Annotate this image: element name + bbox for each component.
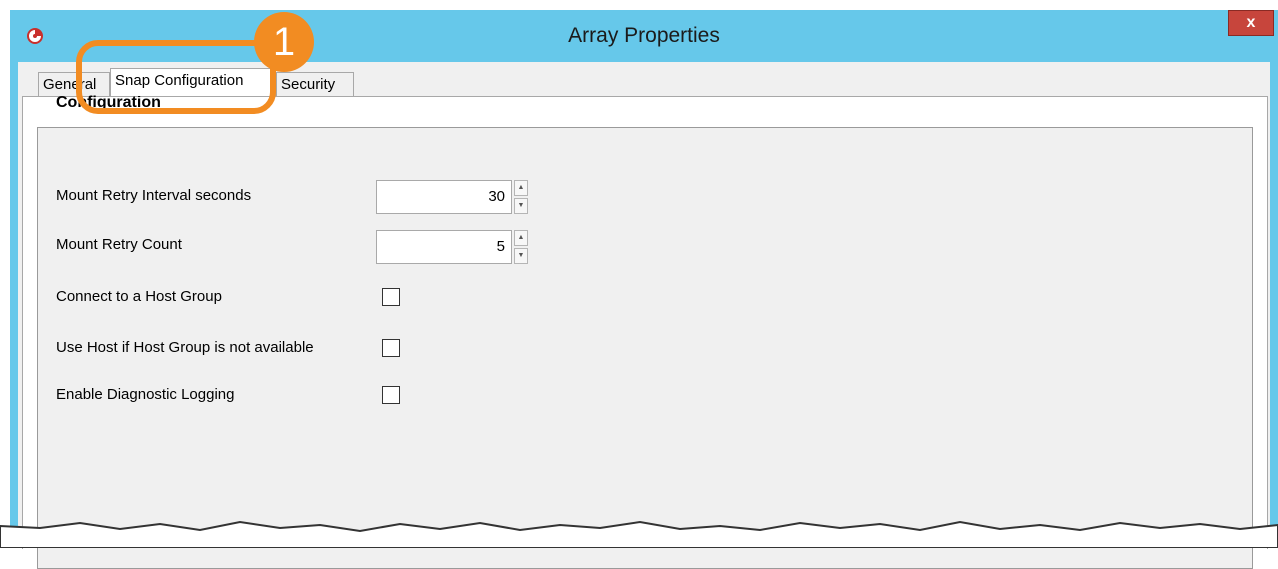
diagnostic-logging-label: Enable Diagnostic Logging [56,386,235,403]
diagnostic-logging-checkbox[interactable] [382,386,400,404]
mount-retry-interval-label: Mount Retry Interval seconds [56,187,252,204]
mount-retry-interval-value: 30 [488,188,505,205]
use-host-fallback-checkbox[interactable] [382,339,400,357]
tab-panel [22,96,1268,569]
tab-security[interactable]: Security [276,72,354,96]
spin-up-icon[interactable]: ▲ [514,230,528,246]
spin-up-icon[interactable]: ▲ [514,180,528,196]
spin-down-icon[interactable]: ▼ [514,248,528,264]
mount-retry-interval-stepper[interactable]: ▲ ▼ [514,180,528,214]
dialog-client-area: General Snap Configuration Security [18,62,1270,569]
mount-retry-count-value: 5 [496,238,505,255]
callout-number-badge: 1 [254,12,314,72]
mount-retry-count-input[interactable]: 5 [376,230,512,264]
spin-down-icon[interactable]: ▼ [514,198,528,214]
callout-highlight-ring [76,40,276,114]
mount-retry-count-label: Mount Retry Count [56,236,182,253]
connect-host-group-label: Connect to a Host Group [56,288,222,305]
close-button[interactable]: x [1228,10,1274,36]
mount-retry-interval-input[interactable]: 30 [376,180,512,214]
torn-edge-decoration [0,520,1278,548]
mount-retry-count-stepper[interactable]: ▲ ▼ [514,230,528,264]
use-host-fallback-label: Use Host if Host Group is not available [56,339,314,356]
connect-host-group-checkbox[interactable] [382,288,400,306]
